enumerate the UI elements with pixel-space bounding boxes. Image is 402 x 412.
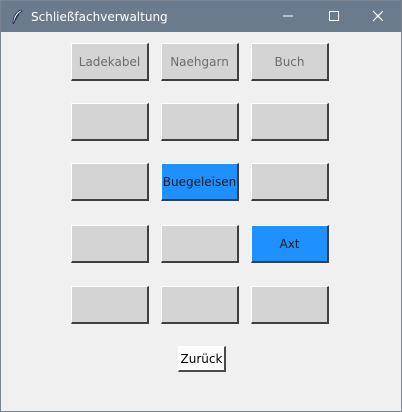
locker-button[interactable]	[71, 225, 149, 263]
locker-button[interactable]	[71, 163, 149, 201]
locker-button[interactable]: Ladekabel	[71, 43, 149, 81]
locker-button[interactable]	[161, 225, 239, 263]
locker-button[interactable]	[251, 286, 329, 324]
locker-button[interactable]	[161, 103, 239, 141]
locker-button[interactable]	[71, 103, 149, 141]
locker-button[interactable]	[251, 103, 329, 141]
locker-button[interactable]: Naehgarn	[161, 43, 239, 81]
title-bar[interactable]: Schließfachverwaltung	[1, 1, 401, 32]
window-title: Schließfachverwaltung	[31, 10, 168, 24]
locker-button[interactable]: Axt	[251, 225, 329, 263]
locker-button[interactable]	[71, 286, 149, 324]
locker-button[interactable]: Buch	[251, 43, 329, 81]
locker-button[interactable]	[161, 286, 239, 324]
close-button[interactable]	[355, 1, 401, 32]
maximize-button[interactable]	[311, 1, 357, 32]
locker-button[interactable]: Buegeleisen	[161, 163, 239, 201]
feather-icon	[10, 9, 24, 25]
locker-button[interactable]	[251, 163, 329, 201]
back-button[interactable]: Zurück	[178, 346, 226, 372]
close-icon	[372, 7, 384, 26]
minimize-button[interactable]	[265, 1, 311, 32]
minimize-icon	[282, 7, 294, 26]
maximize-icon	[328, 7, 340, 26]
app-window: Schließfachverwaltung Ladekabel Naehgarn B…	[0, 0, 402, 412]
